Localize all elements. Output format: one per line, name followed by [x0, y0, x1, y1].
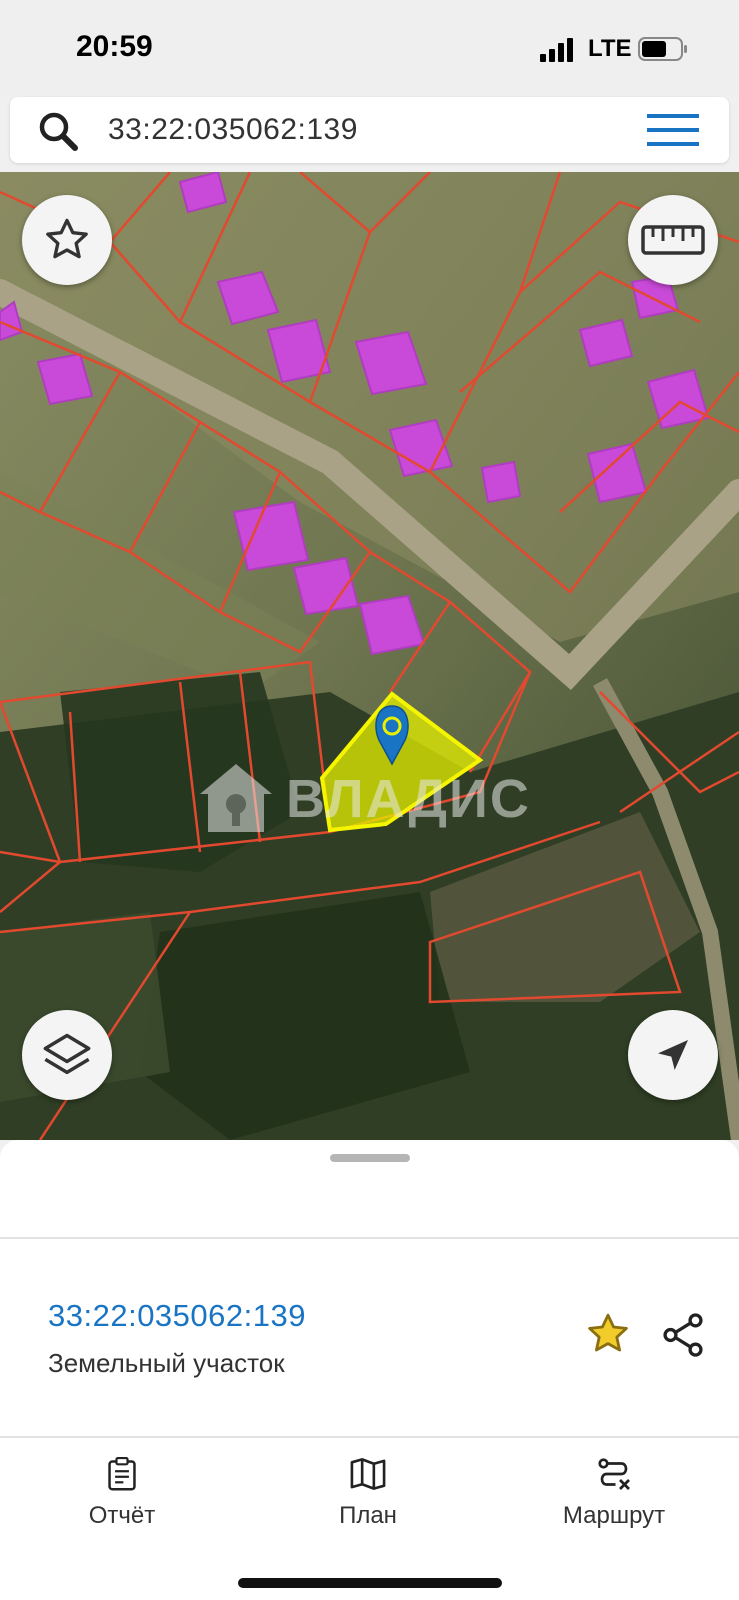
object-type-label: Земельный участок — [48, 1348, 285, 1378]
watermark: ВЛАДИС — [196, 758, 536, 838]
star-outline-icon — [46, 218, 88, 259]
search-bar[interactable]: 33:22:035062:139 — [10, 97, 729, 163]
layers-button[interactable] — [22, 1010, 112, 1100]
tab-report[interactable]: Отчёт — [22, 1456, 222, 1556]
tab-plan[interactable]: План — [268, 1456, 468, 1556]
map-plan-icon — [350, 1458, 386, 1490]
satellite-map[interactable]: ВЛАДИС — [0, 172, 739, 1140]
battery-icon — [638, 37, 687, 61]
home-indicator[interactable] — [238, 1578, 502, 1588]
hamburger-menu-icon[interactable] — [647, 112, 699, 148]
sheet-drag-handle[interactable] — [330, 1154, 410, 1162]
search-input[interactable]: 33:22:035062:139 — [108, 113, 358, 147]
signal-icon — [540, 38, 573, 62]
ruler-icon — [641, 225, 705, 255]
info-sheet[interactable]: 33:22:035062:139 Земельный участок — [0, 1140, 739, 1436]
layers-icon — [43, 1033, 91, 1075]
divider — [0, 1237, 739, 1239]
bottom-tab-bar: Отчёт План Маршрут — [0, 1436, 739, 1600]
tab-report-label: Отчёт — [88, 1502, 156, 1529]
tab-route-label: Маршрут — [562, 1502, 666, 1529]
report-icon — [108, 1456, 136, 1491]
star-icon[interactable] — [584, 1310, 632, 1358]
favorites-button[interactable] — [22, 195, 112, 285]
my-location-button[interactable] — [628, 1010, 718, 1100]
cadastral-number-link[interactable]: 33:22:035062:139 — [48, 1298, 306, 1334]
status-bar: 20:59 LTE — [0, 0, 739, 96]
watermark-text: ВЛАДИС — [286, 769, 531, 829]
network-type: LTE — [588, 35, 632, 62]
ruler-button[interactable] — [628, 195, 718, 285]
watermark-house-icon — [200, 764, 272, 832]
route-icon — [598, 1458, 630, 1490]
share-icon[interactable] — [658, 1310, 708, 1360]
map-canvas[interactable] — [0, 172, 739, 1140]
search-icon[interactable] — [36, 109, 80, 153]
status-time: 20:59 — [76, 30, 153, 63]
navigation-arrow-icon — [658, 1040, 688, 1070]
tab-plan-label: План — [339, 1502, 397, 1529]
tab-route[interactable]: Маршрут — [514, 1456, 714, 1556]
